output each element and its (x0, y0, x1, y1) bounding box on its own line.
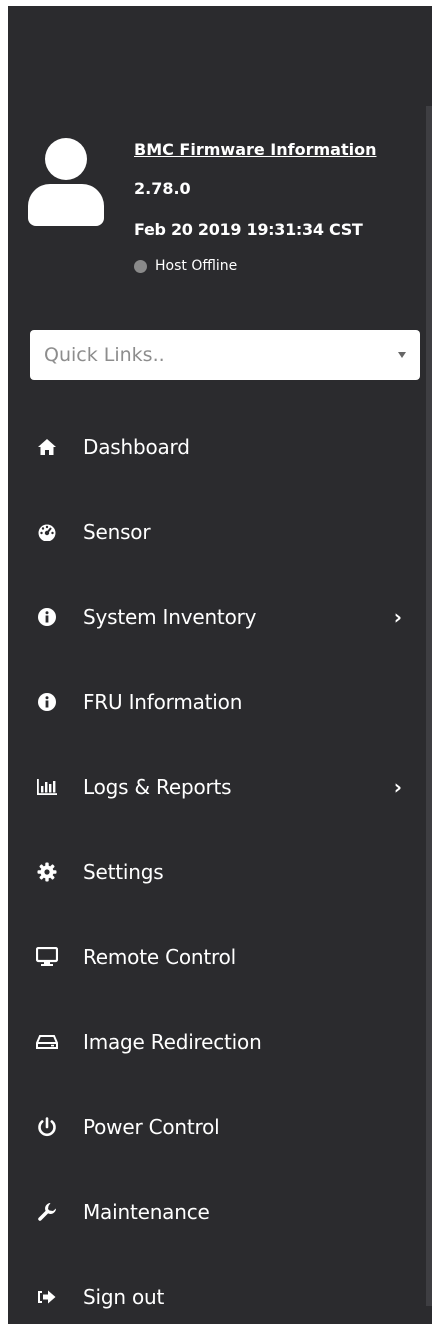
nav-item-power-control[interactable]: Power Control (8, 1084, 426, 1169)
nav-item-logs-reports[interactable]: Logs & Reports › (8, 744, 426, 829)
nav-label: System Inventory (83, 604, 257, 629)
power-icon (36, 1116, 58, 1138)
caret-down-icon (398, 352, 406, 358)
drive-icon (36, 1031, 58, 1053)
nav-label: Settings (83, 859, 164, 884)
nav-label: Logs & Reports (83, 774, 232, 799)
nav-label: Remote Control (83, 944, 237, 969)
nav-item-image-redirection[interactable]: Image Redirection (8, 999, 426, 1084)
quick-links-placeholder: Quick Links.. (44, 344, 165, 366)
nav-item-sign-out[interactable]: Sign out (8, 1254, 426, 1324)
sidebar-nav: Dashboard Sensor System Inventory › FRU … (8, 404, 426, 1324)
nav-label: Power Control (83, 1114, 220, 1139)
host-status-label: Host Offline (155, 258, 238, 274)
quick-links-select[interactable]: Quick Links.. (30, 330, 420, 380)
nav-item-dashboard[interactable]: Dashboard (8, 404, 426, 489)
sign-out-icon (36, 1286, 58, 1308)
nav-item-sensor[interactable]: Sensor (8, 489, 426, 574)
monitor-icon (36, 946, 58, 968)
nav-item-settings[interactable]: Settings (8, 829, 426, 914)
host-status: Host Offline (134, 258, 237, 274)
firmware-info-link[interactable]: BMC Firmware Information (134, 140, 376, 159)
chevron-right-icon: › (393, 604, 402, 629)
gear-icon (36, 861, 58, 883)
status-dot-icon (134, 259, 147, 273)
nav-label: Image Redirection (83, 1029, 262, 1054)
nav-label: FRU Information (83, 689, 243, 714)
nav-label: Sensor (83, 519, 151, 544)
firmware-build-date: Feb 20 2019 19:31:34 CST (134, 220, 363, 239)
info-icon (36, 606, 58, 628)
nav-label: Sign out (83, 1284, 165, 1309)
chevron-right-icon: › (393, 774, 402, 799)
gauge-icon (36, 521, 58, 543)
info-icon (36, 691, 58, 713)
nav-item-remote-control[interactable]: Remote Control (8, 914, 426, 999)
bar-chart-icon (36, 776, 58, 798)
firmware-version: 2.78.0 (134, 179, 191, 198)
home-icon (36, 436, 58, 458)
user-avatar-icon (28, 138, 104, 228)
sidebar-scrollbar[interactable] (426, 106, 432, 1306)
wrench-icon (36, 1201, 58, 1223)
nav-item-fru-information[interactable]: FRU Information (8, 659, 426, 744)
nav-label: Maintenance (83, 1199, 210, 1224)
sidebar: BMC Firmware Information 2.78.0 Feb 20 2… (8, 6, 432, 1324)
nav-label: Dashboard (83, 434, 190, 459)
nav-item-maintenance[interactable]: Maintenance (8, 1169, 426, 1254)
nav-item-system-inventory[interactable]: System Inventory › (8, 574, 426, 659)
